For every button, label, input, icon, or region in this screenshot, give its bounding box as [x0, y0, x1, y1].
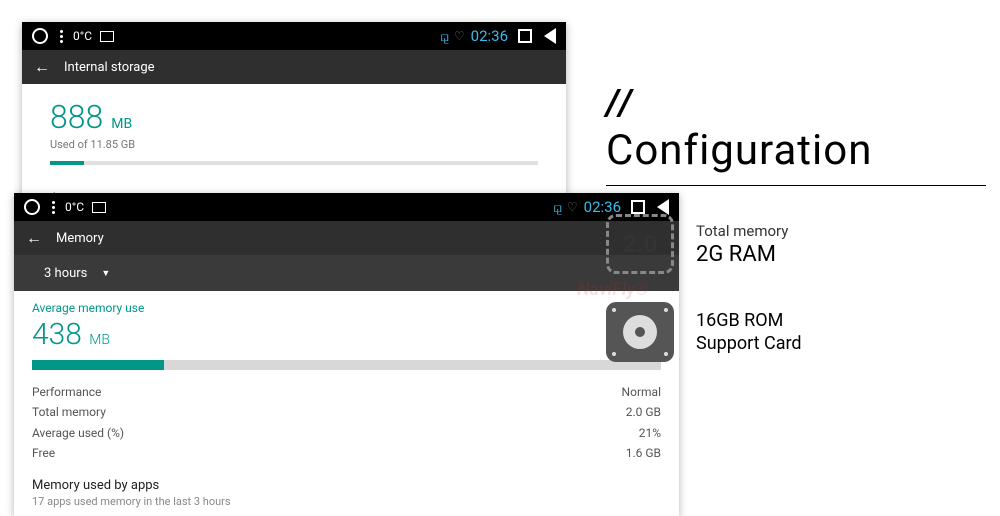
header-title: Internal storage — [64, 60, 155, 75]
header-bar: ← Memory — [14, 221, 679, 255]
status-bar: 0°C ⚼ ♡ 02:36 — [22, 22, 566, 50]
ram-spec: 2.0 Total memory 2G RAM — [606, 214, 986, 274]
config-panel: // Configuration 2.0 Total memory 2G RAM… — [606, 82, 986, 362]
memory-unit: MB — [89, 332, 110, 348]
ram-label: Total memory — [696, 222, 788, 240]
free-value: 1.6 GB — [626, 443, 661, 463]
menu-dots-icon — [52, 201, 55, 214]
picture-icon — [100, 31, 114, 42]
back-arrow-icon[interactable]: ← — [34, 57, 50, 77]
free-label: Free — [32, 443, 55, 463]
header-bar: ← Internal storage — [22, 50, 566, 84]
circle-icon — [24, 199, 40, 215]
temperature: 0°C — [73, 29, 92, 43]
rom-line2: Support Card — [696, 332, 802, 355]
memory-bar — [32, 360, 661, 370]
storage-screenshot: 0°C ⚼ ♡ 02:36 ← Internal storage 888 MB … — [22, 22, 566, 216]
memory-by-apps-sub: 17 apps used memory in the last 3 hours — [32, 495, 661, 508]
perf-value: Normal — [622, 382, 661, 402]
avg-label: Average used (%) — [32, 423, 124, 443]
storage-unit: MB — [111, 116, 132, 132]
storage-used-of: Used of 11.85 GB — [50, 138, 538, 151]
avg-value: 21% — [639, 423, 661, 443]
ram-badge-value: 2.0 — [623, 230, 658, 258]
storage-value: 888 — [50, 98, 103, 136]
slash-decoration: // — [606, 82, 986, 124]
total-value: 2.0 GB — [626, 402, 661, 422]
menu-dots-icon — [60, 30, 63, 43]
back-arrow-icon[interactable]: ← — [26, 228, 42, 248]
storage-bar — [50, 161, 538, 165]
bluetooth-icon: ⚼ — [553, 200, 561, 214]
ram-badge-icon: 2.0 — [606, 214, 674, 274]
rom-spec: 16GB ROM Support Card — [606, 302, 986, 362]
divider — [606, 185, 986, 186]
config-title: Configuration — [606, 126, 986, 175]
total-label: Total memory — [32, 402, 106, 422]
rom-icon — [606, 302, 674, 362]
heart-icon: ♡ — [454, 29, 465, 43]
recent-apps-icon[interactable] — [518, 29, 532, 43]
status-bar: 0°C ⚼ ♡ 02:36 — [14, 193, 679, 221]
bluetooth-icon: ⚼ — [440, 29, 448, 43]
memory-by-apps[interactable]: Memory used by apps — [32, 478, 661, 493]
heart-icon: ♡ — [567, 200, 578, 214]
clock: 02:36 — [471, 27, 508, 45]
chevron-down-icon: ▼ — [101, 268, 110, 279]
memory-value: 438 — [32, 317, 82, 352]
avg-memory-label: Average memory use — [32, 301, 661, 315]
header-title: Memory — [56, 231, 104, 246]
rom-line1: 16GB ROM — [696, 309, 802, 332]
perf-label: Performance — [32, 382, 101, 402]
back-nav-icon[interactable] — [544, 28, 556, 44]
memory-screenshot: 0°C ⚼ ♡ 02:36 ← Memory 3 hours ▼ NaviFly… — [14, 193, 679, 516]
dropdown-label: 3 hours — [44, 266, 87, 281]
ram-value: 2G RAM — [696, 242, 788, 267]
temperature: 0°C — [65, 200, 84, 214]
circle-icon — [32, 28, 48, 44]
picture-icon — [92, 202, 106, 213]
